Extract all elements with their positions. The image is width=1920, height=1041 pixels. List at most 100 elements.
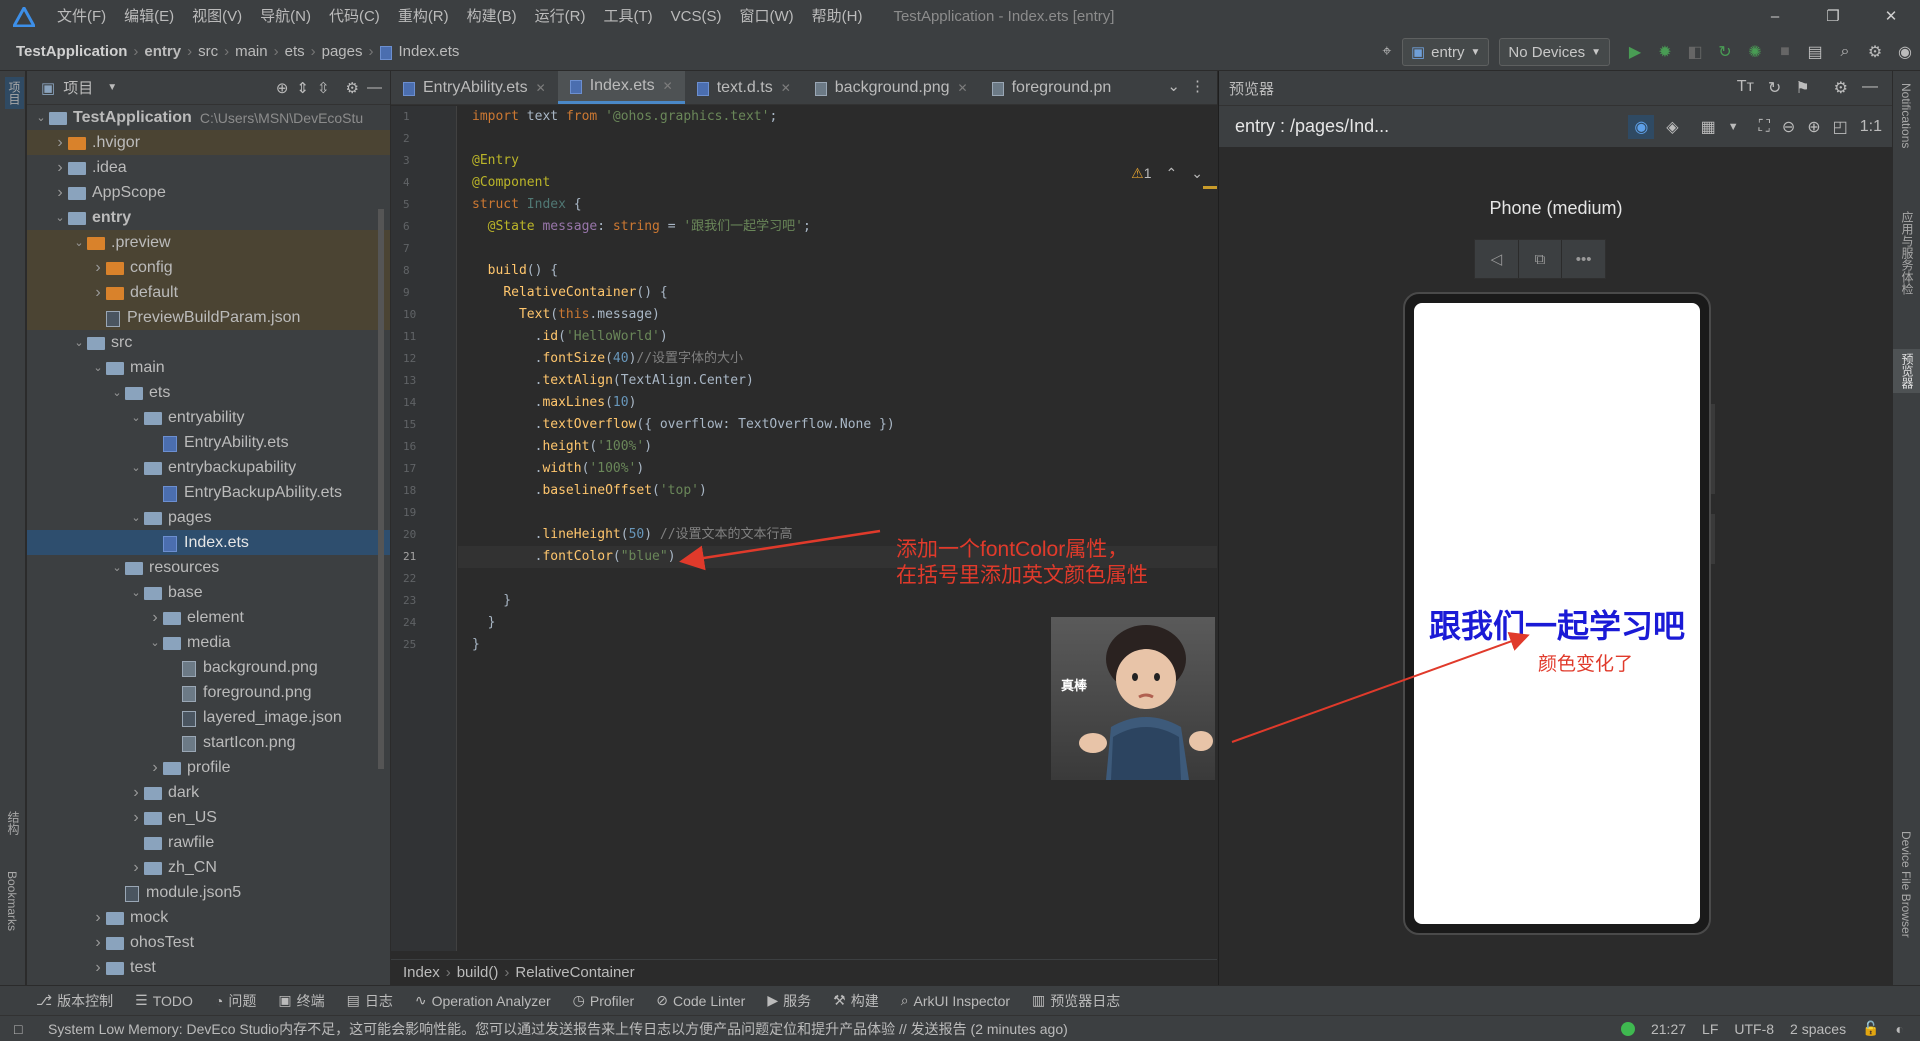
lock-icon[interactable]: 🔓 <box>1862 1020 1879 1037</box>
editor-breadcrumb-item[interactable]: RelativeContainer <box>515 964 634 981</box>
chevron-right-icon[interactable]: › <box>128 784 144 802</box>
chevron-down-icon[interactable]: ▼ <box>107 82 117 93</box>
fullscreen-icon[interactable]: ⛶ <box>1759 118 1770 136</box>
zoom-out-icon[interactable]: ⊖ <box>1782 117 1795 137</box>
code-line[interactable]: struct Index { <box>458 194 1217 216</box>
minimize-button[interactable]: – <box>1746 0 1804 33</box>
bottom-tool-10[interactable]: ⌕ ArkUI Inspector <box>901 992 1010 1009</box>
tree-item[interactable]: › .idea <box>27 155 390 180</box>
code-line[interactable]: .baselineOffset('top') <box>458 480 1217 502</box>
bottom-tool-8[interactable]: ▶ 服务 <box>767 991 811 1011</box>
notifications-tab[interactable]: Notifications <box>1899 83 1913 148</box>
tree-item[interactable]: module.json5 <box>27 880 390 905</box>
breadcrumb-item[interactable]: TestApplication <box>16 43 127 60</box>
tree-item[interactable]: startIcon.png <box>27 730 390 755</box>
bottom-tool-2[interactable]: ◔ 问题 <box>215 991 256 1011</box>
menu-item[interactable]: 帮助(H) <box>803 0 872 33</box>
bottom-tool-6[interactable]: ◷ Profiler <box>573 992 635 1009</box>
rerun-icon[interactable]: ↻ <box>1710 37 1740 67</box>
more-tabs-icon[interactable]: ⋮ <box>1190 77 1205 95</box>
tree-item[interactable]: › AppScope <box>27 180 390 205</box>
chevron-down-icon[interactable]: ⌄ <box>109 561 125 574</box>
chevron-down-icon[interactable]: ⌄ <box>109 386 125 399</box>
services-check-tab[interactable]: 应用与服务体检 <box>1899 211 1916 295</box>
device-file-browser-tab[interactable]: Device File Browser <box>1899 831 1913 938</box>
menu-item[interactable]: 重构(R) <box>389 0 458 33</box>
tree-item[interactable]: ⌄ main <box>27 355 390 380</box>
status-square-icon[interactable]: □ <box>14 1021 36 1037</box>
ratio-button[interactable]: 1:1 <box>1860 118 1882 136</box>
chevron-right-icon[interactable]: › <box>147 759 163 777</box>
chevron-right-icon[interactable]: › <box>90 959 106 977</box>
code-line[interactable]: Text(this.message) <box>458 304 1217 326</box>
code-line[interactable]: import text from '@ohos.graphics.text'; <box>458 106 1217 128</box>
settings-icon[interactable]: ⚙ <box>1860 37 1890 67</box>
status-message[interactable]: System Low Memory: DevEco Studio内存不足，这可能… <box>48 1019 1068 1039</box>
caret-position[interactable]: 21:27 <box>1651 1021 1686 1037</box>
profile-icon[interactable]: ✺ <box>1740 37 1770 67</box>
warning-indicator[interactable]: ⚠1 <box>1131 165 1151 182</box>
tree-item[interactable]: › default <box>27 280 390 305</box>
code-line[interactable]: .width('100%') <box>458 458 1217 480</box>
tree-item[interactable]: ⌄ pages <box>27 505 390 530</box>
code-line[interactable]: .height('100%') <box>458 436 1217 458</box>
bookmarks-tool-tab[interactable]: Bookmarks <box>5 871 19 931</box>
tree-item[interactable]: ⌄ entrybackupability <box>27 455 390 480</box>
menu-item[interactable]: 工具(T) <box>594 0 661 33</box>
menu-item[interactable]: 运行(R) <box>526 0 595 33</box>
tree-item[interactable]: › dark <box>27 780 390 805</box>
code-line[interactable]: .fontSize(40)//设置字体的大小 <box>458 348 1217 370</box>
pin-icon[interactable]: ⚑ <box>1795 78 1809 98</box>
search-icon[interactable]: ⌕ <box>1830 37 1860 67</box>
tree-item[interactable]: EntryBackupAbility.ets <box>27 480 390 505</box>
tree-item[interactable]: ⌄ .preview <box>27 230 390 255</box>
chevron-down-icon[interactable]: ⌄ <box>128 411 144 424</box>
tree-item[interactable]: Index.ets <box>27 530 390 555</box>
chevron-down-icon[interactable]: ⌄ <box>90 361 106 374</box>
editor-tab[interactable]: EntryAbility.ets ✕ <box>391 71 558 104</box>
bottom-tool-11[interactable]: ▥ 预览器日志 <box>1032 991 1120 1011</box>
device-manager-icon[interactable]: ▤ <box>1800 37 1830 67</box>
hide-panel-icon[interactable]: — <box>1862 78 1878 98</box>
code-line[interactable]: @Component <box>458 172 1217 194</box>
tree-item[interactable]: › en_US <box>27 805 390 830</box>
chevron-right-icon[interactable]: › <box>52 134 68 152</box>
account-icon[interactable]: ◉ <box>1890 37 1920 67</box>
hide-panel-icon[interactable]: — <box>367 79 382 96</box>
code-line[interactable]: .textAlign(TextAlign.Center) <box>458 370 1217 392</box>
more-icon[interactable]: ••• <box>1562 240 1605 278</box>
menu-item[interactable]: 编辑(E) <box>115 0 183 33</box>
breadcrumb-item[interactable]: src <box>198 43 218 60</box>
refresh-icon[interactable]: ↻ <box>1768 78 1781 98</box>
tree-item[interactable]: › mock <box>27 905 390 930</box>
chevron-down-icon[interactable]: ⌄ <box>128 586 144 599</box>
memory-icon[interactable]: ◐ <box>1896 1021 1904 1037</box>
expand-all-icon[interactable]: ⇕ <box>296 79 309 97</box>
menu-item[interactable]: 导航(N) <box>251 0 320 33</box>
breadcrumb-item[interactable]: entry <box>144 43 181 60</box>
menu-item[interactable]: 窗口(W) <box>730 0 802 33</box>
collapse-all-icon[interactable]: ⇳ <box>317 79 330 97</box>
code-line[interactable]: RelativeContainer() { <box>458 282 1217 304</box>
gear-icon[interactable]: ⚙ <box>346 79 359 97</box>
tree-item[interactable]: ⌄ entryability <box>27 405 390 430</box>
inspector-icon[interactable]: ◉ <box>1628 114 1655 139</box>
font-size-icon[interactable]: Tт <box>1737 78 1754 98</box>
breadcrumb-item[interactable]: Index.ets <box>399 43 460 60</box>
code-area[interactable]: import text from '@ohos.graphics.text'; @… <box>458 106 1217 951</box>
device-select[interactable]: No Devices ▼ <box>1499 38 1610 66</box>
tree-item[interactable]: foreground.png <box>27 680 390 705</box>
code-line[interactable]: build() { <box>458 260 1217 282</box>
previous-highlight-icon[interactable]: ⌃ <box>1166 165 1178 182</box>
bottom-tool-1[interactable]: ☰ TODO <box>135 992 193 1009</box>
chevron-right-icon[interactable]: › <box>90 909 106 927</box>
editor-tab[interactable]: text.d.ts ✕ <box>685 71 803 104</box>
bottom-tool-5[interactable]: ∿ Operation Analyzer <box>415 992 551 1009</box>
chevron-down-icon[interactable]: ▼ <box>1728 121 1739 133</box>
bottom-tool-0[interactable]: ⎇ 版本控制 <box>36 991 113 1011</box>
tree-item[interactable]: › .hvigor <box>27 130 390 155</box>
bottom-tool-9[interactable]: ⚒ 构建 <box>833 991 879 1011</box>
chevron-right-icon[interactable]: › <box>52 159 68 177</box>
chevron-down-icon[interactable]: ⌄ <box>128 461 144 474</box>
code-line[interactable]: .maxLines(10) <box>458 392 1217 414</box>
